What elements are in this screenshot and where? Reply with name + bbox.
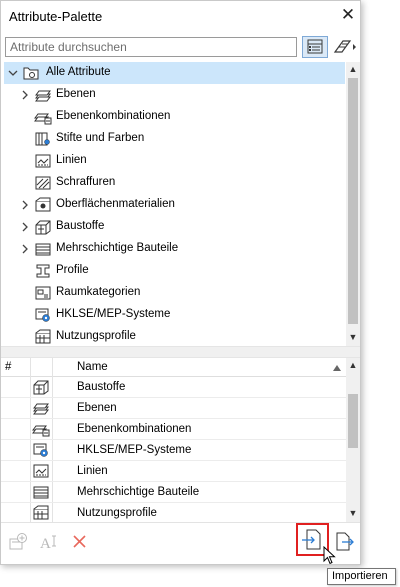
tree-item-schraffuren[interactable]: Schraffuren bbox=[4, 172, 345, 194]
scroll-thumb[interactable] bbox=[348, 394, 358, 448]
tree-scrollbar[interactable]: ▲ ▼ bbox=[346, 62, 360, 346]
composites-icon bbox=[33, 486, 49, 499]
chevron-right-icon[interactable] bbox=[19, 89, 31, 101]
tree-item-label: Ebenen bbox=[56, 88, 96, 100]
tree-item-raumkategorien[interactable]: Raumkategorien bbox=[4, 282, 345, 304]
attribute-palette-window: Attribute-Palette ✕ Alle Attr bbox=[0, 0, 361, 565]
column-header-hash[interactable]: # bbox=[5, 361, 11, 373]
operation-profiles-icon bbox=[35, 329, 51, 344]
delete-button[interactable] bbox=[69, 531, 91, 553]
list-row-hklse-mep-systeme[interactable]: HKLSE/MEP-Systeme bbox=[1, 440, 346, 461]
tree-item-label: Ebenenkombinationen bbox=[56, 110, 171, 122]
tree-item-ebenen[interactable]: Ebenen bbox=[4, 84, 345, 106]
tree-item-label: Nutzungsprofile bbox=[56, 330, 136, 342]
tree-item-profile[interactable]: Profile bbox=[4, 260, 345, 282]
scroll-up-icon[interactable]: ▲ bbox=[346, 358, 360, 372]
list-view-button[interactable] bbox=[302, 36, 328, 58]
composites-icon bbox=[35, 243, 51, 256]
list-row-ebenen[interactable]: Ebenen bbox=[1, 398, 346, 419]
tree-item-label: Baustoffe bbox=[56, 220, 105, 232]
tree-item-oberflaechenmaterialien[interactable]: Oberflächenmaterialien bbox=[4, 194, 345, 216]
list-view-icon bbox=[307, 39, 323, 54]
operation-profiles-icon bbox=[33, 505, 49, 520]
tree-item-mehrschichtige-bauteile[interactable]: Mehrschichtige Bauteile bbox=[4, 238, 345, 260]
tree-item-nutzungsprofile[interactable]: Nutzungsprofile bbox=[4, 326, 345, 346]
search-field[interactable] bbox=[5, 37, 297, 57]
list-row-name: Linien bbox=[77, 465, 108, 477]
scroll-down-icon[interactable]: ▼ bbox=[346, 330, 360, 344]
export-button[interactable] bbox=[334, 531, 356, 553]
filter-icon bbox=[333, 40, 356, 53]
search-input[interactable] bbox=[6, 38, 296, 56]
line-types-icon bbox=[33, 464, 49, 478]
chevron-right-icon[interactable] bbox=[19, 243, 31, 255]
list-row-linien[interactable]: Linien bbox=[1, 461, 346, 482]
list-row-nutzungsprofile[interactable]: Nutzungsprofile bbox=[1, 503, 346, 522]
layer-combinations-icon bbox=[32, 425, 50, 437]
list-row-mehrschichtige-bauteile[interactable]: Mehrschichtige Bauteile bbox=[1, 482, 346, 503]
tree-item-stifte-und-farben[interactable]: Stifte und Farben bbox=[4, 128, 345, 150]
attribute-list: Baustoffe Ebenen Ebenenkombinationen HKL… bbox=[1, 377, 346, 522]
export-icon bbox=[336, 532, 354, 551]
mep-systems-icon bbox=[33, 443, 48, 457]
tree-item-label: Alle Attribute bbox=[46, 66, 111, 78]
tree-item-label: Mehrschichtige Bauteile bbox=[56, 242, 179, 254]
list-row-name: Baustoffe bbox=[77, 381, 126, 393]
chevron-down-icon[interactable] bbox=[7, 67, 19, 79]
building-materials-icon bbox=[33, 380, 49, 395]
list-row-name: HKLSE/MEP-Systeme bbox=[77, 444, 192, 456]
layers-icon bbox=[35, 90, 51, 102]
tree-item-label: Profile bbox=[56, 264, 89, 276]
tree-item-ebenenkombinationen[interactable]: Ebenenkombinationen bbox=[4, 106, 345, 128]
mouse-cursor-icon bbox=[323, 546, 336, 565]
filter-menu-button[interactable] bbox=[332, 36, 358, 58]
layer-combinations-icon bbox=[34, 113, 52, 125]
tree-item-hklse-mep-systeme[interactable]: HKLSE/MEP-Systeme bbox=[4, 304, 345, 326]
list-row-baustoffe[interactable]: Baustoffe bbox=[1, 377, 346, 398]
column-header-name[interactable]: Name bbox=[77, 361, 108, 373]
list-row-name: Ebenenkombinationen bbox=[77, 423, 192, 435]
tree-item-label: Raumkategorien bbox=[56, 286, 141, 298]
tree-item-label: Schraffuren bbox=[56, 176, 116, 188]
all-attributes-icon bbox=[23, 67, 39, 80]
building-materials-icon bbox=[35, 220, 51, 235]
tree-item-label: HKLSE/MEP-Systeme bbox=[56, 308, 171, 320]
list-row-name: Mehrschichtige Bauteile bbox=[77, 486, 200, 498]
tree-item-baustoffe[interactable]: Baustoffe bbox=[4, 216, 345, 238]
new-attribute-icon bbox=[9, 533, 27, 550]
tree-item-all-attributes[interactable]: Alle Attribute bbox=[4, 62, 345, 84]
fills-icon bbox=[35, 176, 51, 190]
scroll-up-icon[interactable]: ▲ bbox=[346, 62, 360, 76]
line-types-icon bbox=[35, 154, 51, 168]
scroll-down-icon[interactable]: ▼ bbox=[346, 506, 360, 520]
list-scrollbar[interactable]: ▲ ▼ bbox=[346, 358, 360, 522]
chevron-right-icon[interactable] bbox=[19, 221, 31, 233]
new-attribute-button[interactable] bbox=[7, 531, 29, 553]
window-title: Attribute-Palette bbox=[9, 9, 103, 24]
list-row-name: Ebenen bbox=[77, 402, 117, 414]
scroll-thumb[interactable] bbox=[348, 78, 358, 324]
tree-item-linien[interactable]: Linien bbox=[4, 150, 345, 172]
surfaces-icon bbox=[35, 197, 51, 212]
layers-icon bbox=[33, 403, 49, 415]
delete-icon bbox=[73, 535, 86, 548]
zone-categories-icon bbox=[35, 286, 51, 300]
pens-colors-icon bbox=[35, 132, 50, 146]
tree-item-label: Linien bbox=[56, 154, 87, 166]
close-icon[interactable]: ✕ bbox=[338, 5, 358, 25]
mep-systems-icon bbox=[35, 308, 50, 322]
tree-item-label: Oberflächenmaterialien bbox=[56, 198, 175, 210]
list-row-ebenenkombinationen[interactable]: Ebenenkombinationen bbox=[1, 419, 346, 440]
import-tooltip: Importieren bbox=[327, 568, 396, 585]
sort-asc-icon[interactable] bbox=[332, 364, 342, 372]
pane-splitter[interactable] bbox=[1, 346, 360, 358]
chevron-right-icon[interactable] bbox=[19, 199, 31, 211]
rename-button[interactable]: A bbox=[38, 531, 60, 553]
svg-text:A: A bbox=[40, 536, 51, 552]
tree-item-label: Stifte und Farben bbox=[56, 132, 145, 144]
list-row-name: Nutzungsprofile bbox=[77, 507, 157, 519]
rename-icon: A bbox=[40, 535, 56, 552]
attribute-tree: Alle Attribute Ebenen Ebenenkombinatione… bbox=[4, 62, 345, 346]
profiles-icon bbox=[36, 264, 50, 278]
